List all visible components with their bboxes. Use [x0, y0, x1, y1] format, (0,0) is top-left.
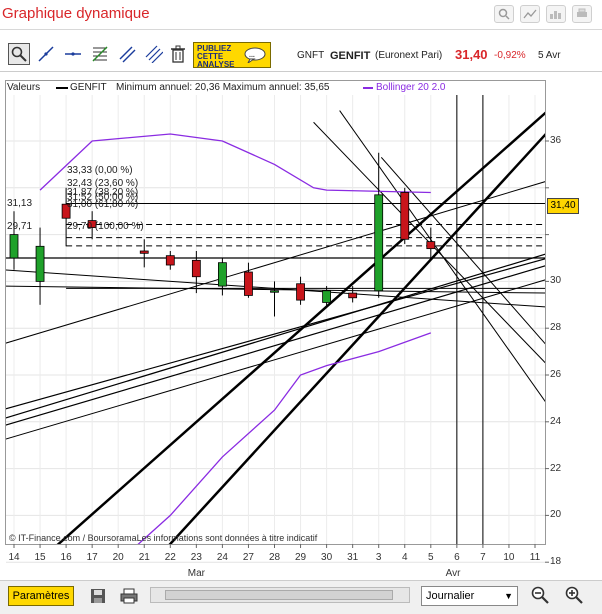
quote-market: (Euronext Pari) [375, 50, 443, 61]
quote-date: 5 Avr [538, 50, 561, 61]
x-tick-label: 20 [112, 552, 124, 563]
parameters-button[interactable]: Paramètres [8, 586, 74, 606]
svg-text:...: ... [249, 52, 255, 59]
line-chart-icon[interactable] [520, 5, 540, 23]
print-icon-bottom[interactable] [118, 585, 140, 607]
x-tick-label: 24 [216, 552, 228, 563]
quote-name: GENFIT [330, 50, 371, 62]
time-scrollbar[interactable] [150, 587, 410, 603]
x-tick-label: 29 [294, 552, 307, 563]
x-tick-label: 31 [347, 552, 359, 563]
x-tick-label: 15 [34, 552, 46, 563]
month-label: Mar [187, 568, 205, 579]
x-tick-label: 30 [321, 552, 333, 563]
legend-series-name: GENFIT [70, 82, 107, 93]
x-tick-label: 5 [428, 552, 434, 563]
channel-icon[interactable] [116, 43, 138, 65]
legend-valeurs: Valeurs [7, 82, 41, 93]
header-icons [494, 5, 592, 23]
speech-bubble-icon: ... [244, 47, 266, 63]
fibonacci-icon[interactable] [89, 43, 111, 65]
zoom-in-icon[interactable] [563, 584, 585, 606]
x-tick-label: 28 [268, 552, 281, 563]
chart-frame[interactable] [5, 80, 546, 545]
scrollbar-thumb[interactable] [165, 590, 393, 600]
x-tick-label: 22 [164, 552, 176, 563]
x-tick-label: 7 [480, 552, 486, 563]
page-title: Graphique dynamique [2, 5, 150, 22]
y-tick-label: 18 [550, 556, 562, 568]
y-tick-label: 20 [550, 509, 562, 521]
month-label: Avr [445, 568, 461, 579]
x-tick-label: 17 [86, 552, 98, 563]
trend-line-icon[interactable] [35, 43, 57, 65]
x-tick-label: 11 [529, 552, 541, 563]
x-tick-label: 27 [242, 552, 254, 563]
legend-bollinger: Bollinger 20 2.0 [376, 82, 446, 93]
y-tick-label: 30 [550, 275, 562, 287]
search-icon[interactable] [494, 5, 514, 23]
legend-series-swatch [56, 87, 68, 89]
quote-change: -0,92% [494, 50, 526, 61]
print-icon[interactable] [572, 5, 592, 23]
y-tick-label: 36 [550, 135, 562, 146]
save-icon[interactable] [87, 585, 109, 607]
last-price-tag: 31,40 [547, 198, 579, 214]
quote-ticker: GNFT [297, 50, 325, 61]
parallel-lines-icon[interactable] [143, 43, 165, 65]
legend-minmax: Minimum annuel: 20,36 Maximum annuel: 35… [116, 82, 330, 93]
trash-icon[interactable] [167, 43, 189, 65]
y-tick-label: 28 [550, 322, 562, 334]
horizontal-line-icon[interactable] [62, 43, 84, 65]
x-tick-label: 14 [8, 552, 20, 563]
zoom-icon[interactable] [8, 43, 30, 65]
x-tick-label: 6 [454, 552, 460, 563]
quote-price: 31,40 [455, 47, 488, 62]
publish-analysis-button[interactable]: PUBLIEZ CETTE ANALYSE ... [193, 42, 271, 69]
x-tick-label: 23 [190, 552, 202, 563]
x-tick-label: 21 [138, 552, 150, 563]
y-tick-label: 22 [550, 462, 562, 474]
x-tick-label: 16 [60, 552, 72, 563]
x-tick-label: 10 [503, 552, 515, 563]
x-tick-label: 3 [375, 552, 382, 563]
period-select[interactable]: Journalier [421, 586, 518, 606]
zoom-out-icon[interactable] [529, 584, 551, 606]
title-bar: Graphique dynamique [0, 0, 602, 30]
bar-chart-icon[interactable] [546, 5, 566, 23]
data-credit: © IT-Finance.com / BoursoramaLes informa… [9, 533, 318, 543]
x-tick-label: 4 [401, 552, 408, 563]
legend-bollinger-swatch [363, 87, 373, 89]
y-tick-label: 26 [550, 369, 562, 380]
y-tick-label: 24 [550, 415, 562, 427]
